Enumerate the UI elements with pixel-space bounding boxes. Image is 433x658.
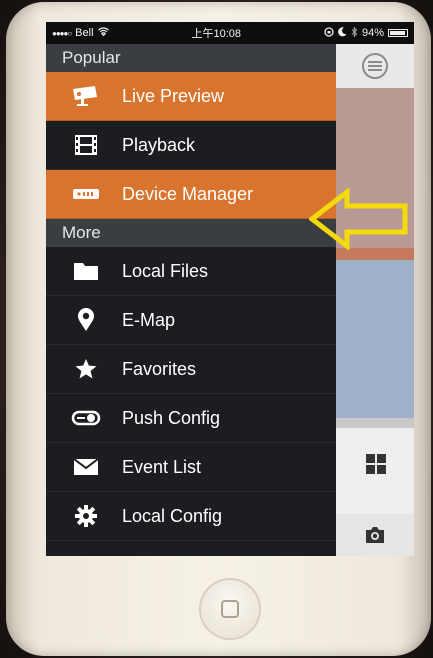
side-top-bar xyxy=(336,44,414,88)
menu-item-label: Local Config xyxy=(122,505,223,526)
menu-item-device-manager[interactable]: Device Manager xyxy=(46,170,336,219)
snapshot-button[interactable] xyxy=(336,514,414,556)
menu-item-label: E-Map xyxy=(122,309,176,330)
menu-item-live-preview[interactable]: Live Preview xyxy=(46,72,336,121)
menu-item-local-files[interactable]: Local Files xyxy=(46,247,336,296)
live-view-thumbnail-2 xyxy=(336,260,414,418)
status-bar: ●●●●○ Bell 上午10:08 94% xyxy=(46,22,414,44)
menu-item-local-config[interactable]: Local Config xyxy=(46,492,336,541)
phone-body: ●●●●○ Bell 上午10:08 94% Popular Live Prev… xyxy=(6,2,431,656)
panel-divider xyxy=(336,418,414,428)
toggle-icon xyxy=(68,406,104,430)
star-icon xyxy=(68,357,104,381)
bluetooth-icon xyxy=(351,25,358,40)
home-square-icon xyxy=(221,600,239,618)
wifi-icon xyxy=(97,27,109,39)
menu-item-event-list[interactable]: Event List xyxy=(46,443,336,492)
signal-icon: ●●●●○ xyxy=(52,28,72,38)
side-menu: Popular Live Preview Playback Device Man… xyxy=(46,44,336,556)
home-button[interactable] xyxy=(199,578,261,640)
menu-item-label: Push Config xyxy=(122,407,221,428)
carrier-label: Bell xyxy=(75,27,94,39)
grid-layout-button[interactable] xyxy=(366,454,386,474)
menu-item-e-map[interactable]: E-Map xyxy=(46,296,336,345)
envelope-icon xyxy=(68,455,104,479)
menu-item-label: Live Preview xyxy=(122,85,225,106)
section-header-more: More xyxy=(46,219,336,247)
camera-icon xyxy=(68,84,104,108)
status-right: 94% xyxy=(324,25,408,40)
menu-item-playback[interactable]: Playback xyxy=(46,121,336,170)
menu-item-label: Favorites xyxy=(122,358,197,379)
battery-icon xyxy=(387,29,408,37)
menu-item-label: Playback xyxy=(122,134,196,155)
content-preview-panel xyxy=(336,44,414,556)
menu-item-favorites[interactable]: Favorites xyxy=(46,345,336,394)
section-header-popular: Popular xyxy=(46,44,336,72)
highlight-arrow-icon xyxy=(309,188,408,250)
menu-item-push-config[interactable]: Push Config xyxy=(46,394,336,443)
folder-icon xyxy=(68,259,104,283)
status-left: ●●●●○ Bell xyxy=(52,27,109,39)
rotation-lock-icon xyxy=(324,26,334,40)
status-time: 上午10:08 xyxy=(191,28,241,40)
moon-icon xyxy=(338,26,347,40)
phone-screen: ●●●●○ Bell 上午10:08 94% Popular Live Prev… xyxy=(46,22,414,556)
device-icon xyxy=(68,182,104,206)
menu-toggle-button[interactable] xyxy=(362,53,388,79)
snapshot-camera-icon xyxy=(366,527,384,543)
battery-percent: 94% xyxy=(361,27,384,39)
grid-icon xyxy=(366,454,386,474)
menu-item-label: Local Files xyxy=(122,260,209,281)
gear-icon xyxy=(68,504,104,528)
menu-item-label: Event List xyxy=(122,456,202,477)
map-pin-icon xyxy=(68,308,104,332)
hamburger-icon xyxy=(368,61,382,71)
film-icon xyxy=(68,133,104,157)
menu-item-label: Device Manager xyxy=(122,183,254,204)
